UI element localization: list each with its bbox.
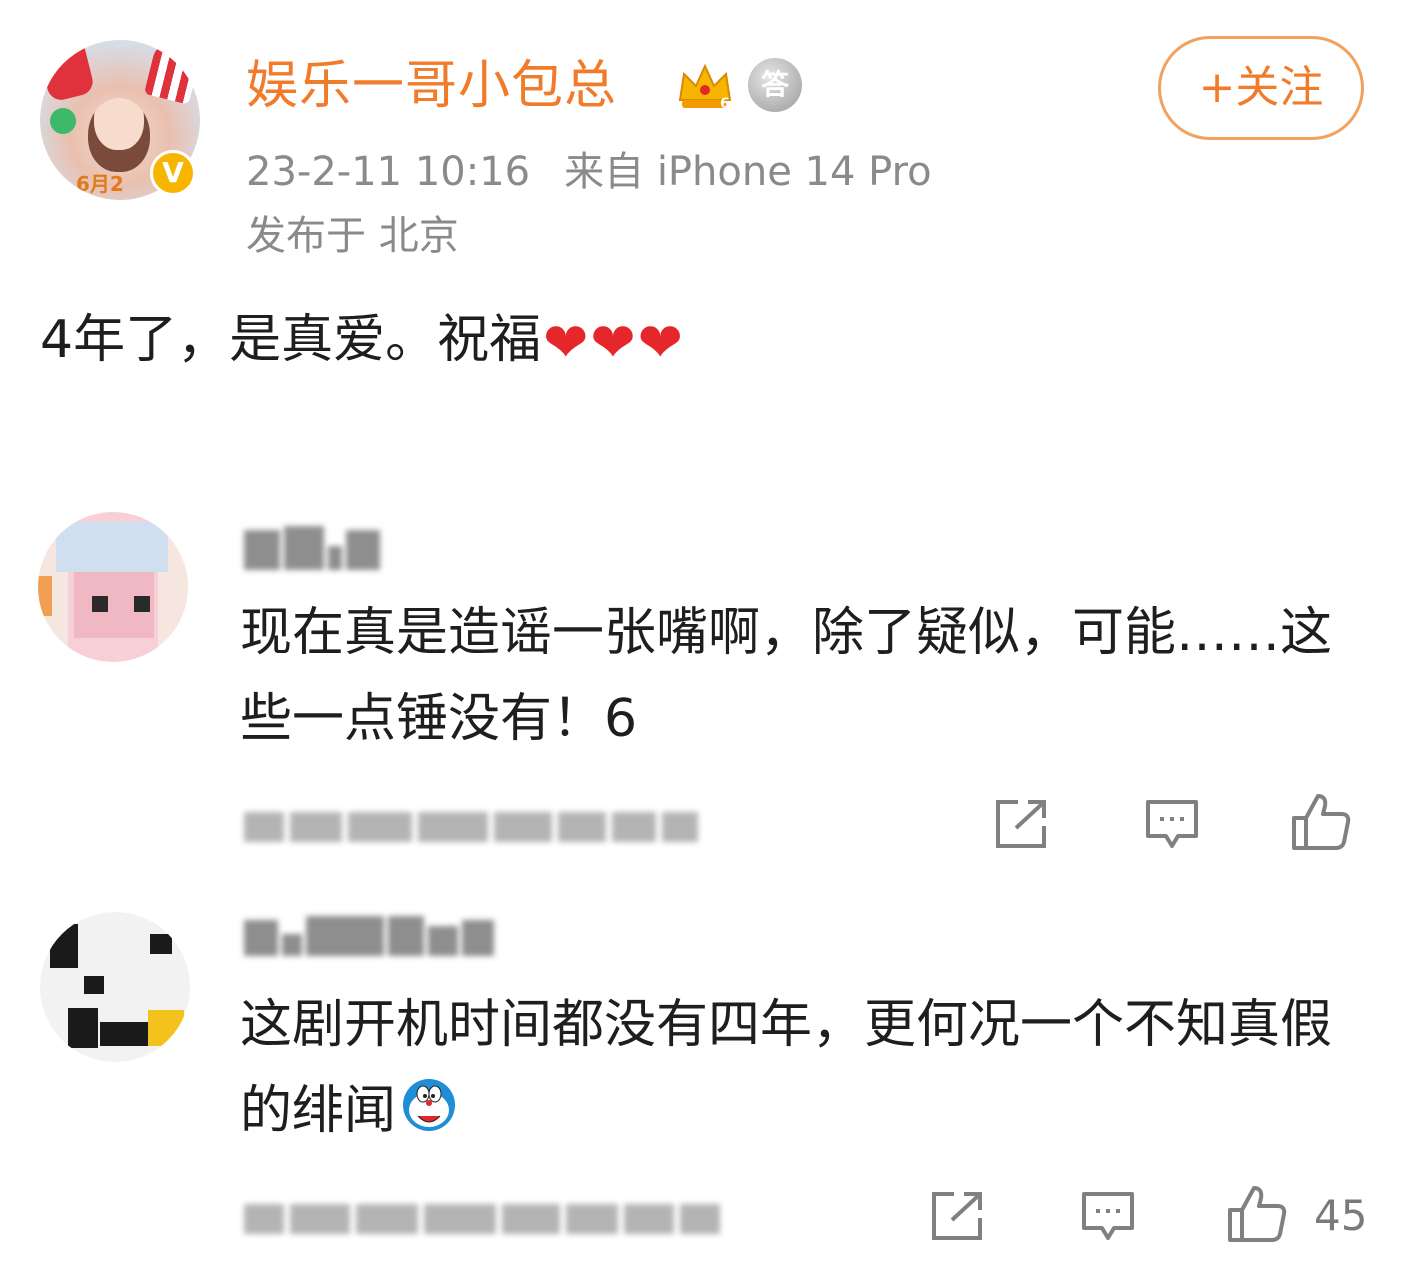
like-icon[interactable] — [1290, 792, 1352, 852]
comment-icon[interactable] — [1080, 1190, 1136, 1244]
share-icon[interactable] — [930, 1190, 986, 1242]
avatar-pixel — [56, 522, 168, 572]
post-source: 来自 iPhone 14 Pro — [564, 149, 932, 195]
avatar-pixel — [38, 576, 52, 616]
avatar-pixel — [84, 976, 104, 994]
comment-meta — [244, 1204, 720, 1234]
heart-icon: ❤ — [543, 311, 589, 374]
post-time: 23-2-11 10:16 — [246, 149, 531, 195]
avatar-pixel — [134, 596, 150, 612]
commenter-name[interactable] — [244, 526, 380, 570]
post-location: 发布于 北京 — [246, 213, 459, 259]
commenter-avatar[interactable] — [38, 512, 188, 662]
like-icon[interactable] — [1226, 1184, 1288, 1244]
verified-icon: V — [150, 150, 196, 196]
commenter-name[interactable] — [244, 916, 494, 956]
like-count: 45 — [1314, 1191, 1368, 1240]
doraemon-emoji-icon — [403, 1079, 456, 1131]
avatar-pixel — [100, 1022, 148, 1046]
post-text: 4年了，是真爱。祝福❤❤❤ — [40, 302, 683, 378]
avatar-pixel — [150, 934, 172, 954]
comment-text: 这剧开机时间都没有四年，更何况一个不知真假的绯闻 — [240, 982, 1370, 1154]
post-meta: 23-2-11 10:16 来自 iPhone 14 Pro — [246, 144, 932, 200]
play-icon — [50, 108, 76, 134]
comment-text: 现在真是造谣一张嘴啊，除了疑似，可能……这些一点锤没有！6 — [240, 603, 1333, 749]
author-name[interactable]: 娱乐一哥小包总 — [246, 50, 617, 122]
avatar-date-tag: 6月2 — [76, 172, 124, 196]
avatar-pixel — [50, 924, 78, 968]
avatar-pixel — [92, 596, 108, 612]
avatar-pixel — [68, 1008, 98, 1048]
avatar-pixel — [148, 1010, 184, 1046]
commenter-avatar[interactable] — [40, 912, 190, 1062]
share-icon[interactable] — [994, 798, 1050, 850]
follow-button[interactable]: +关注 — [1158, 36, 1364, 140]
soda-cup-icon — [40, 41, 96, 103]
comment-icon[interactable] — [1144, 798, 1200, 852]
popcorn-icon — [143, 40, 200, 105]
comment-meta — [244, 812, 698, 842]
crown-icon[interactable]: 6 — [676, 60, 734, 112]
post-body: 4年了，是真爱。祝福 — [40, 310, 542, 370]
avatar-face — [88, 98, 150, 172]
heart-icon: ❤ — [590, 311, 636, 374]
medal-icon[interactable]: 答 — [748, 58, 802, 112]
heart-icon: ❤ — [637, 311, 683, 374]
crown-level: 6 — [720, 96, 730, 112]
